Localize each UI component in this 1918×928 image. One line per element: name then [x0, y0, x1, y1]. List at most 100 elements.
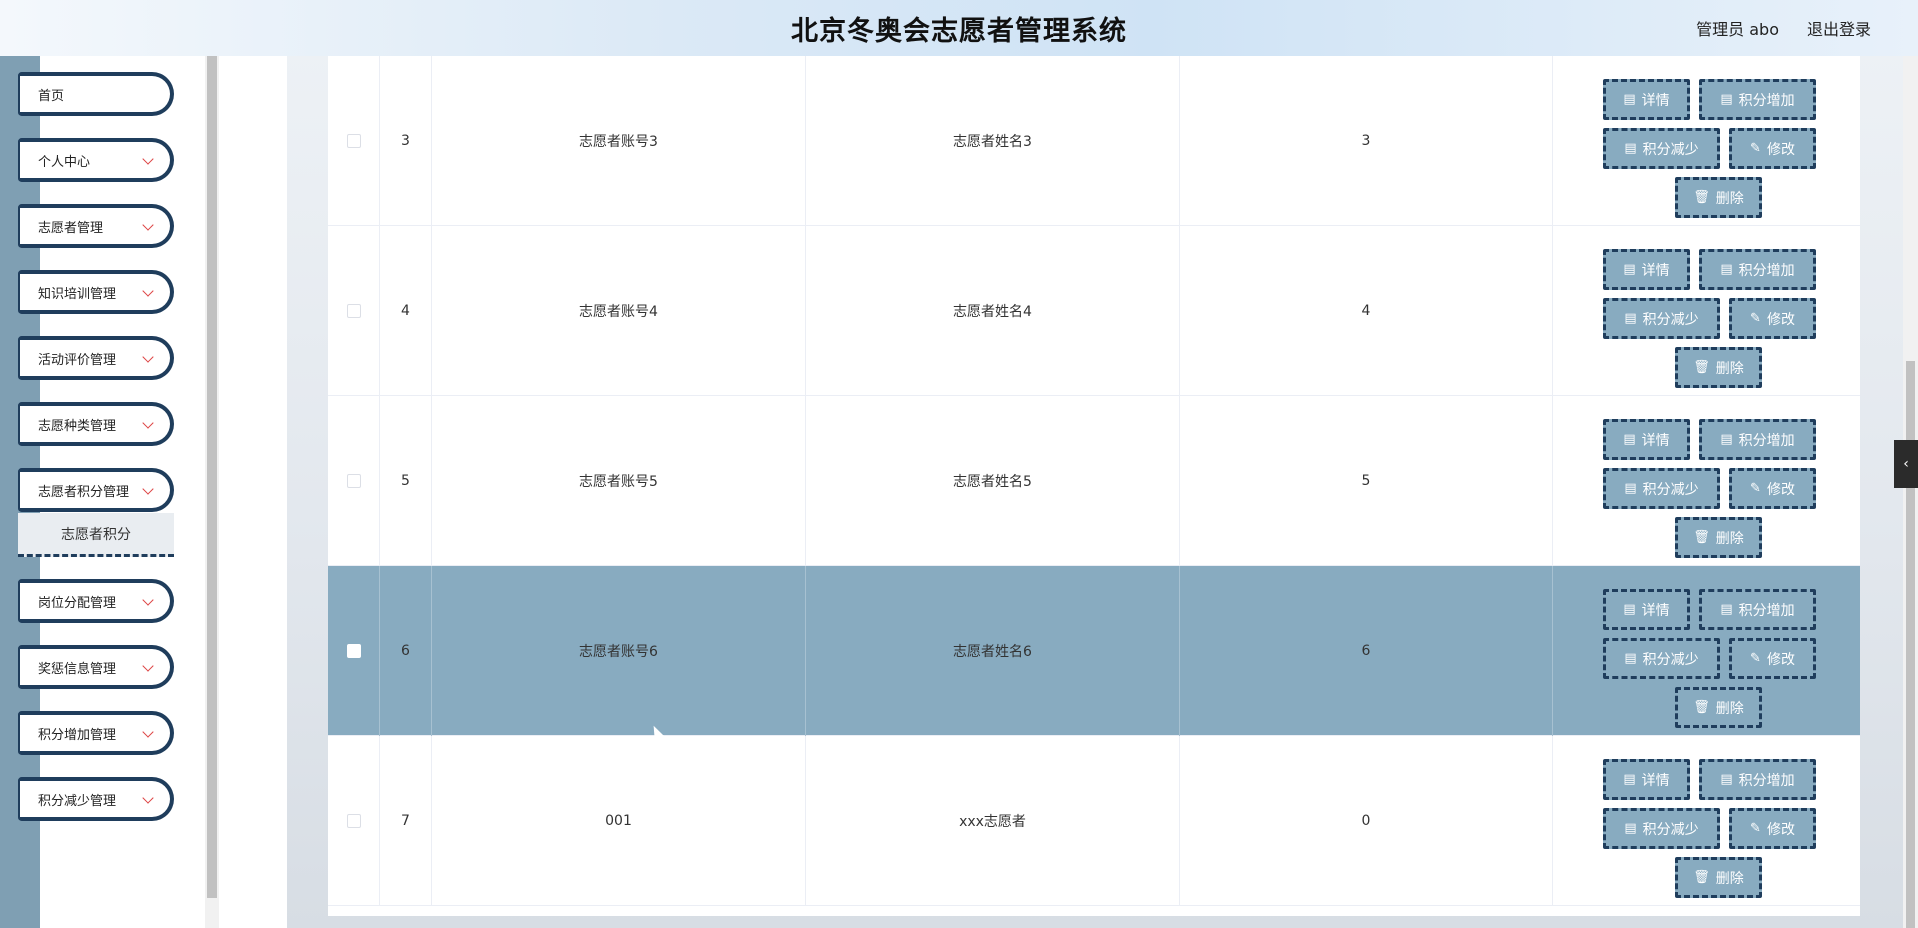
sidebar-item-label: 知识培训管理 — [38, 286, 117, 302]
detail-button-label: 详情 — [1641, 262, 1670, 279]
document-icon: ▤ — [1624, 481, 1637, 496]
edit-button-label: 修改 — [1766, 821, 1795, 838]
delete-button-label: 删除 — [1715, 700, 1744, 717]
delete-button[interactable]: 🗑 删除 — [1675, 857, 1762, 898]
sidebar-scrollbar[interactable] — [205, 56, 219, 928]
document-icon: ▤ — [1720, 92, 1733, 107]
sidebar-item-positions[interactable]: 岗位分配管理 — [18, 579, 174, 623]
pencil-icon: ✎ — [1750, 821, 1761, 836]
detail-button[interactable]: ▤ 详情 — [1603, 759, 1690, 800]
row-checkbox[interactable] — [346, 474, 361, 488]
document-icon: ▤ — [1624, 651, 1637, 666]
edit-button[interactable]: ✎ 修改 — [1729, 468, 1816, 509]
chevron-down-icon — [142, 417, 154, 429]
sidebar-scrollbar-thumb[interactable] — [207, 56, 217, 898]
row-checkbox[interactable] — [346, 644, 361, 658]
table-row[interactable]: 7 001 xxx志愿者 0 ▤ 详情 ▤ 积分增加 ▤ 积分减少 ✎ 修改 🗑 删除 — [328, 736, 1860, 906]
points-add-button[interactable]: ▤ 积分增加 — [1699, 419, 1816, 460]
points-add-button-label: 积分增加 — [1738, 432, 1795, 449]
volunteer-account: 志愿者账号6 — [432, 566, 806, 736]
table-row[interactable]: 4 志愿者账号4 志愿者姓名4 4 ▤ 详情 ▤ 积分增加 ▤ 积分减少 ✎ 修改 🗑 删… — [328, 226, 1860, 396]
volunteer-account: 志愿者账号3 — [432, 56, 806, 226]
edit-button-label: 修改 — [1766, 141, 1795, 158]
delete-button[interactable]: 🗑 删除 — [1675, 177, 1762, 218]
row-checkbox[interactable] — [346, 814, 361, 828]
logout-link[interactable]: 退出登录 — [1807, 16, 1871, 40]
chevron-left-icon: ‹ — [1903, 456, 1909, 472]
points-subtract-button[interactable]: ▤ 积分减少 — [1603, 638, 1720, 679]
sidebar-item-points-subtract[interactable]: 积分减少管理 — [18, 777, 174, 821]
document-icon: ▤ — [1623, 772, 1636, 787]
row-checkbox-cell — [328, 736, 380, 906]
chevron-down-icon — [142, 285, 154, 297]
page-scrollbar[interactable] — [1903, 56, 1918, 928]
document-icon: ▤ — [1624, 311, 1637, 326]
sidebar-item-evaluation[interactable]: 活动评价管理 — [18, 336, 174, 380]
sidebar-item-profile[interactable]: 个人中心 — [18, 138, 174, 182]
table-row[interactable]: 5 志愿者账号5 志愿者姓名5 5 ▤ 详情 ▤ 积分增加 ▤ 积分减少 ✎ 修改 🗑 删… — [328, 396, 1860, 566]
panel-toggle-button[interactable]: ‹ — [1894, 440, 1918, 488]
sidebar-item-points-add[interactable]: 积分增加管理 — [18, 711, 174, 755]
edit-button[interactable]: ✎ 修改 — [1729, 808, 1816, 849]
submenu-item-volunteer-points[interactable]: 志愿者积分 — [18, 513, 174, 557]
edit-button[interactable]: ✎ 修改 — [1729, 128, 1816, 169]
delete-button[interactable]: 🗑 删除 — [1675, 517, 1762, 558]
row-index: 7 — [380, 736, 432, 906]
points-subtract-button-label: 积分减少 — [1642, 821, 1699, 838]
points-add-button-label: 积分增加 — [1738, 92, 1795, 109]
points-add-button[interactable]: ▤ 积分增加 — [1699, 249, 1816, 290]
sidebar-item-label: 积分减少管理 — [38, 793, 117, 809]
volunteer-points: 6 — [1180, 566, 1553, 736]
row-actions: ▤ 详情 ▤ 积分增加 ▤ 积分减少 ✎ 修改 🗑 删除 — [1553, 396, 1860, 566]
sidebar-item-points[interactable]: 志愿者积分管理 — [18, 468, 174, 512]
detail-button[interactable]: ▤ 详情 — [1603, 79, 1690, 120]
chevron-down-icon — [142, 726, 154, 738]
sidebar-item-home[interactable]: 首页 — [18, 72, 174, 116]
app-header: 北京冬奥会志愿者管理系统 管理员 abo 退出登录 — [0, 0, 1918, 56]
sidebar-item-rewards[interactable]: 奖惩信息管理 — [18, 645, 174, 689]
points-subtract-button[interactable]: ▤ 积分减少 — [1603, 128, 1720, 169]
row-checkbox[interactable] — [346, 134, 361, 148]
row-index: 5 — [380, 396, 432, 566]
table-row[interactable]: 3 志愿者账号3 志愿者姓名3 3 ▤ 详情 ▤ 积分增加 ▤ 积分减少 ✎ 修改 🗑 删… — [328, 56, 1860, 226]
sidebar-item-training[interactable]: 知识培训管理 — [18, 270, 174, 314]
row-index: 6 — [380, 566, 432, 736]
volunteer-name: xxx志愿者 — [806, 736, 1180, 906]
delete-button[interactable]: 🗑 删除 — [1675, 687, 1762, 728]
edit-button[interactable]: ✎ 修改 — [1729, 298, 1816, 339]
edit-button-label: 修改 — [1766, 311, 1795, 328]
row-checkbox[interactable] — [346, 304, 361, 318]
sidebar-item-categories[interactable]: 志愿种类管理 — [18, 402, 174, 446]
trash-icon: 🗑 — [1693, 190, 1710, 205]
points-add-button[interactable]: ▤ 积分增加 — [1699, 589, 1816, 630]
document-icon: ▤ — [1624, 821, 1637, 836]
points-subtract-button[interactable]: ▤ 积分减少 — [1603, 468, 1720, 509]
trash-icon: 🗑 — [1693, 530, 1710, 545]
points-add-button[interactable]: ▤ 积分增加 — [1699, 759, 1816, 800]
points-subtract-button-label: 积分减少 — [1642, 311, 1699, 328]
volunteer-points: 5 — [1180, 396, 1553, 566]
document-icon: ▤ — [1720, 262, 1733, 277]
points-add-button-label: 积分增加 — [1738, 772, 1795, 789]
volunteer-account: 志愿者账号5 — [432, 396, 806, 566]
detail-button[interactable]: ▤ 详情 — [1603, 589, 1690, 630]
delete-button[interactable]: 🗑 删除 — [1675, 347, 1762, 388]
points-add-button-label: 积分增加 — [1738, 262, 1795, 279]
points-subtract-button[interactable]: ▤ 积分减少 — [1603, 298, 1720, 339]
volunteer-name: 志愿者姓名6 — [806, 566, 1180, 736]
detail-button-label: 详情 — [1641, 772, 1670, 789]
document-icon: ▤ — [1623, 92, 1636, 107]
delete-button-label: 删除 — [1715, 190, 1744, 207]
volunteer-account: 001 — [432, 736, 806, 906]
detail-button[interactable]: ▤ 详情 — [1603, 419, 1690, 460]
sidebar-item-volunteers[interactable]: 志愿者管理 — [18, 204, 174, 248]
edit-button[interactable]: ✎ 修改 — [1729, 638, 1816, 679]
detail-button[interactable]: ▤ 详情 — [1603, 249, 1690, 290]
points-subtract-button[interactable]: ▤ 积分减少 — [1603, 808, 1720, 849]
document-icon: ▤ — [1720, 432, 1733, 447]
points-add-button[interactable]: ▤ 积分增加 — [1699, 79, 1816, 120]
sidebar-item-label: 奖惩信息管理 — [38, 661, 117, 677]
table-row[interactable]: 6 志愿者账号6 志愿者姓名6 6 ▤ 详情 ▤ 积分增加 ▤ 积分减少 ✎ 修改 🗑 删… — [328, 566, 1860, 736]
points-subtract-button-label: 积分减少 — [1642, 651, 1699, 668]
row-actions: ▤ 详情 ▤ 积分增加 ▤ 积分减少 ✎ 修改 🗑 删除 — [1553, 566, 1860, 736]
